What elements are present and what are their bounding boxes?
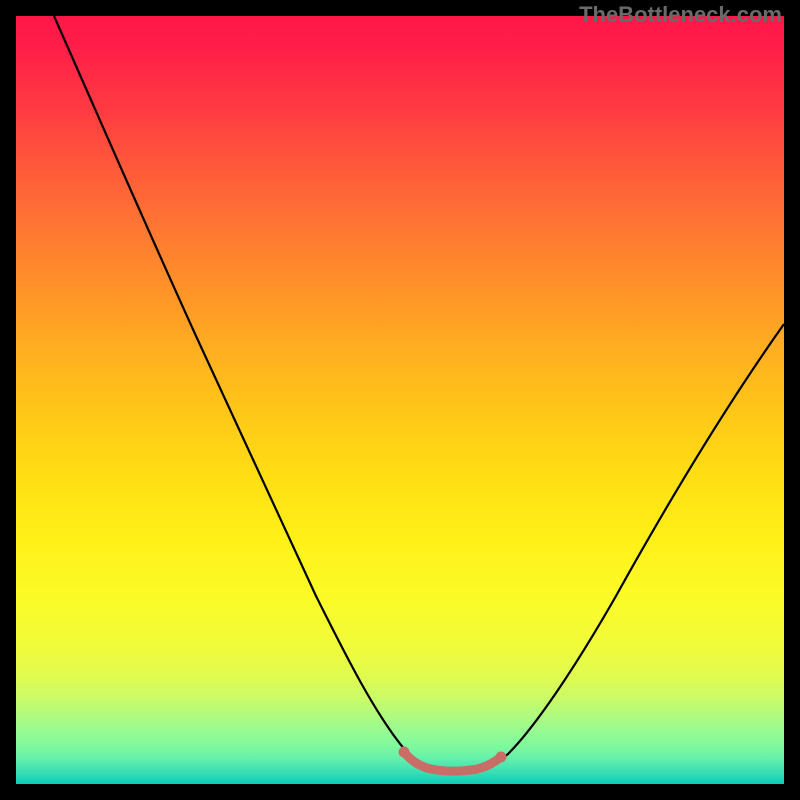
watermark-text: TheBottleneck.com xyxy=(579,2,782,28)
segment-dot xyxy=(422,764,430,772)
segment-dot xyxy=(399,747,410,758)
segment-dot xyxy=(496,752,507,763)
segment-dot xyxy=(447,767,455,775)
plot-area xyxy=(16,16,784,784)
chart-svg xyxy=(16,16,784,784)
segment-dot xyxy=(472,766,480,774)
main-curve xyxy=(54,16,784,772)
